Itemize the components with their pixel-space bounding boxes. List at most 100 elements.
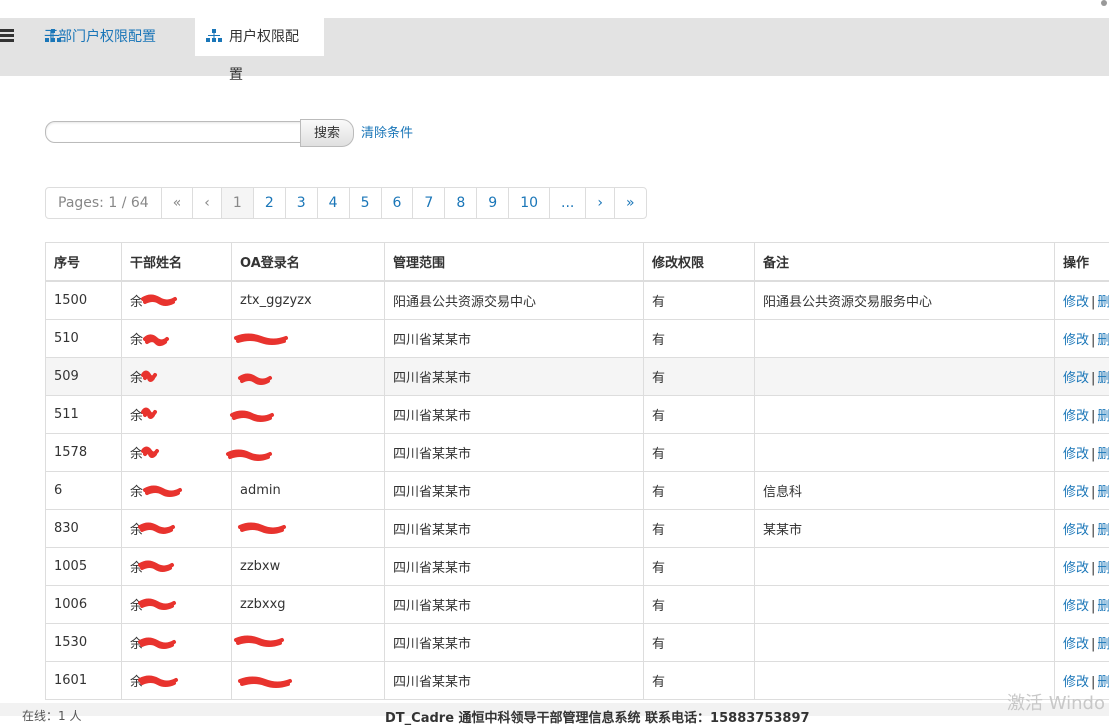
edit-link[interactable]: 修改	[1063, 485, 1089, 500]
cell-oa-login: ztx_ggzyzx	[232, 281, 385, 320]
cell-oa-login	[232, 662, 385, 700]
action-separator: |	[1091, 295, 1095, 310]
edit-link[interactable]: 修改	[1063, 333, 1089, 348]
delete-link[interactable]: 删	[1097, 371, 1109, 386]
table-row: 510余四川省某某市有修改|删	[46, 320, 1109, 358]
cell-index: 830	[46, 510, 122, 548]
cell-edit-permission: 有	[644, 662, 755, 700]
cell-actions: 修改|删	[1055, 358, 1109, 396]
edit-link[interactable]: 修改	[1063, 637, 1089, 652]
cell-edit-permission: 有	[644, 281, 755, 320]
action-separator: |	[1091, 485, 1095, 500]
table-row: 1005余zzbxw四川省某某市有修改|删	[46, 548, 1109, 586]
col-header-note[interactable]: 备注	[755, 243, 1055, 282]
cell-edit-permission: 有	[644, 510, 755, 548]
cell-name: 余	[122, 472, 232, 510]
cell-note: 某某市	[755, 510, 1055, 548]
cell-name: 余	[122, 510, 232, 548]
delete-link[interactable]: 删	[1097, 295, 1109, 310]
cell-edit-permission: 有	[644, 586, 755, 624]
cell-note	[755, 396, 1055, 434]
cell-scope: 四川省某某市	[385, 320, 644, 358]
page-button-7[interactable]: 7	[413, 188, 445, 218]
clear-conditions-link[interactable]: 清除条件	[361, 122, 413, 141]
delete-link[interactable]: 删	[1097, 447, 1109, 462]
delete-link[interactable]: 删	[1097, 333, 1109, 348]
delete-link[interactable]: 删	[1097, 561, 1109, 576]
first-page-button[interactable]: «	[162, 188, 194, 218]
edit-link[interactable]: 修改	[1063, 409, 1089, 424]
delete-link[interactable]: 删	[1097, 409, 1109, 424]
page-button-10[interactable]: 10	[509, 188, 550, 218]
col-header-edit-permission[interactable]: 修改权限	[644, 243, 755, 282]
search-button[interactable]: 搜索	[300, 119, 354, 147]
col-header-name[interactable]: 干部姓名	[122, 243, 232, 282]
page-ellipsis[interactable]: ...	[550, 188, 586, 218]
cell-edit-permission: 有	[644, 434, 755, 472]
table-row: 509余四川省某某市有修改|删	[46, 358, 1109, 396]
footer-copyright: DT_Cadre 通恒中科领导干部管理信息系统 联系电话：15883753897	[385, 707, 810, 726]
col-header-oa-login[interactable]: OA登录名	[232, 243, 385, 282]
delete-link[interactable]: 删	[1097, 637, 1109, 652]
cell-actions: 修改|删	[1055, 320, 1109, 358]
prev-page-button[interactable]: ‹	[193, 188, 222, 218]
action-separator: |	[1091, 561, 1095, 576]
cell-index: 1530	[46, 624, 122, 662]
sitemap-icon	[206, 29, 222, 43]
cell-edit-permission: 有	[644, 358, 755, 396]
col-header-actions: 操作	[1055, 243, 1109, 282]
edit-link[interactable]: 修改	[1063, 371, 1089, 386]
cell-oa-login	[232, 320, 385, 358]
cell-index: 509	[46, 358, 122, 396]
edit-link[interactable]: 修改	[1063, 295, 1089, 310]
page-button-6[interactable]: 6	[382, 188, 414, 218]
page-button-4[interactable]: 4	[318, 188, 350, 218]
delete-link[interactable]: 删	[1097, 675, 1109, 690]
last-page-button[interactable]: »	[615, 188, 646, 218]
delete-link[interactable]: 删	[1097, 485, 1109, 500]
col-header-index[interactable]: 序号	[46, 243, 122, 282]
table-row: 1601余四川省某某市有修改|删	[46, 662, 1109, 700]
edit-link[interactable]: 修改	[1063, 561, 1089, 576]
cell-actions: 修改|删	[1055, 281, 1109, 320]
cell-scope: 四川省某某市	[385, 624, 644, 662]
page-button-2[interactable]: 2	[254, 188, 286, 218]
page-button-1[interactable]: 1	[222, 188, 254, 218]
cell-scope: 四川省某某市	[385, 662, 644, 700]
col-header-scope[interactable]: 管理范围	[385, 243, 644, 282]
table-header-row: 序号 干部姓名 OA登录名 管理范围 修改权限 备注 操作	[46, 243, 1109, 282]
search-input[interactable]	[45, 121, 307, 143]
cell-note	[755, 624, 1055, 662]
cell-name: 余	[122, 281, 232, 320]
page-button-8[interactable]: 8	[445, 188, 477, 218]
delete-link[interactable]: 删	[1097, 523, 1109, 538]
table-row: 1530余四川省某某市有修改|删	[46, 624, 1109, 662]
edit-link[interactable]: 修改	[1063, 447, 1089, 462]
cell-oa-login: zzbxxg	[232, 586, 385, 624]
cell-name: 余	[122, 320, 232, 358]
action-separator: |	[1091, 523, 1095, 538]
cell-actions: 修改|删	[1055, 396, 1109, 434]
cell-edit-permission: 有	[644, 624, 755, 662]
cell-edit-permission: 有	[644, 472, 755, 510]
cell-note	[755, 586, 1055, 624]
cell-actions: 修改|删	[1055, 624, 1109, 662]
tab-cadre-portal-permissions[interactable]: 干部门户权限配置	[0, 18, 195, 56]
page-button-3[interactable]: 3	[286, 188, 318, 218]
page-button-5[interactable]: 5	[350, 188, 382, 218]
cell-scope: 四川省某某市	[385, 548, 644, 586]
delete-link[interactable]: 删	[1097, 599, 1109, 614]
cell-scope: 四川省某某市	[385, 396, 644, 434]
sitemap-icon	[45, 29, 61, 43]
edit-link[interactable]: 修改	[1063, 599, 1089, 614]
cell-actions: 修改|删	[1055, 472, 1109, 510]
tab-user-permissions[interactable]: 用户权限配置	[195, 18, 324, 56]
top-strip	[0, 0, 1109, 18]
cell-index: 1578	[46, 434, 122, 472]
next-page-button[interactable]: ›	[586, 188, 615, 218]
cell-index: 1500	[46, 281, 122, 320]
edit-link[interactable]: 修改	[1063, 675, 1089, 690]
edit-link[interactable]: 修改	[1063, 523, 1089, 538]
page-button-9[interactable]: 9	[477, 188, 509, 218]
action-separator: |	[1091, 409, 1095, 424]
